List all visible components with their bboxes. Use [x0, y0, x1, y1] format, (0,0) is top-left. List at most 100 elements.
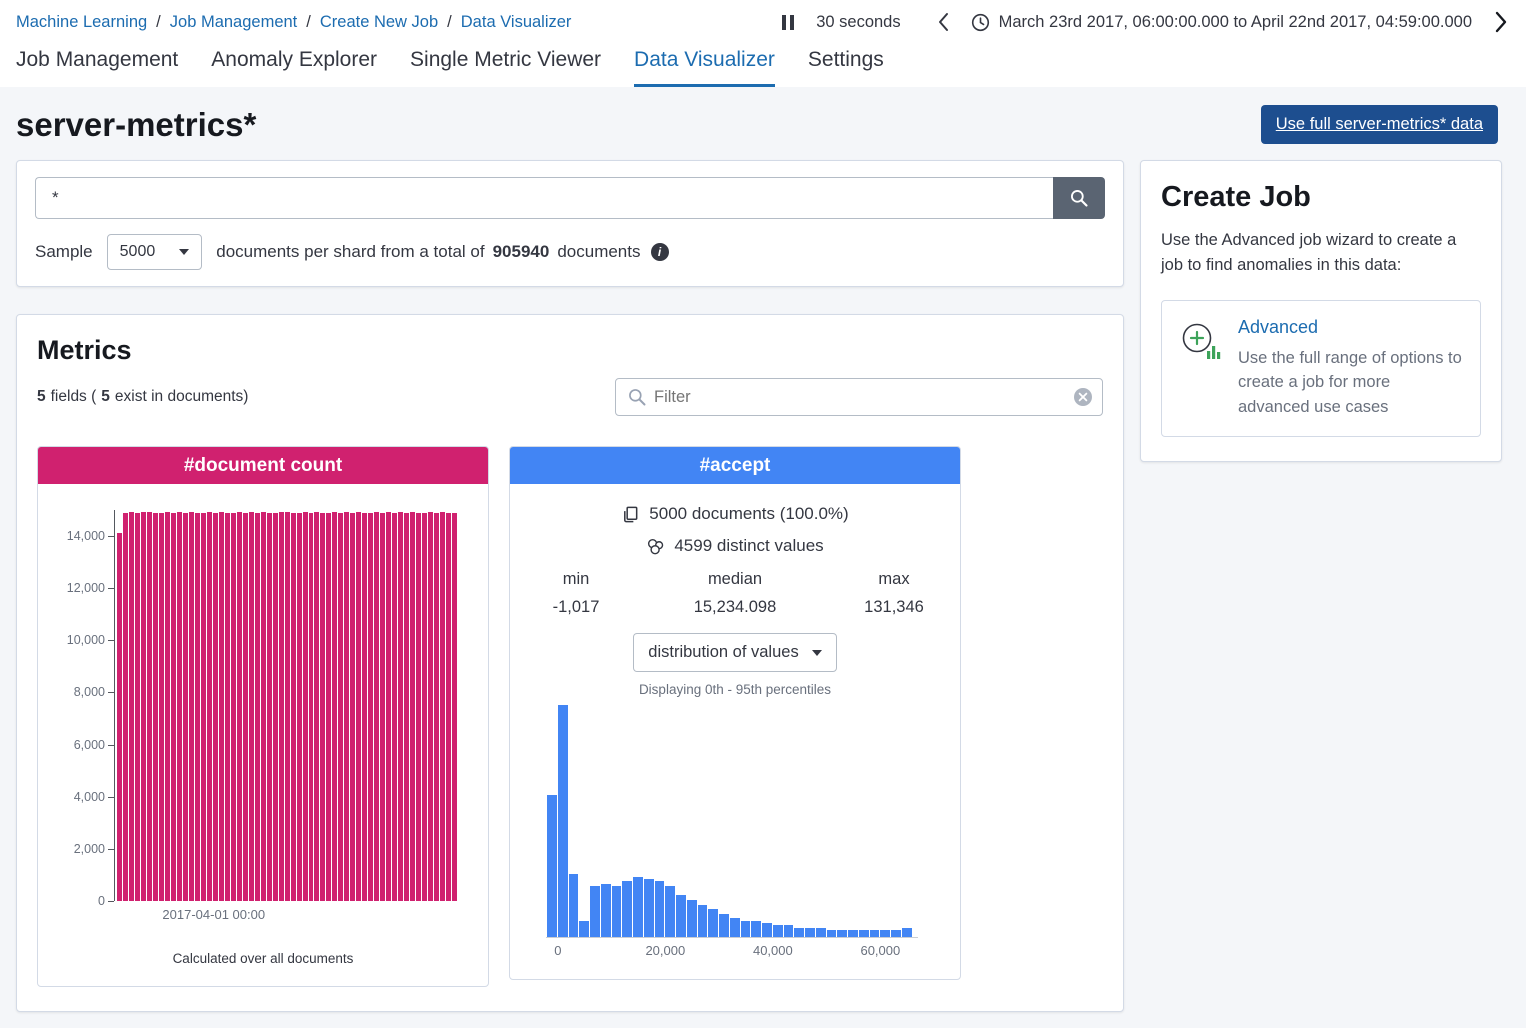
accept-histogram-bar [676, 895, 686, 937]
accept-histogram-bar [644, 879, 654, 937]
chevron-down-icon [812, 650, 822, 656]
accept-histogram-bar [708, 909, 718, 937]
search-icon [1069, 188, 1089, 208]
accept-histogram-bar [612, 886, 622, 937]
filter-input[interactable] [615, 378, 1103, 416]
fields-text: fields ( [51, 388, 97, 406]
pause-icon[interactable] [780, 13, 796, 32]
breadcrumb-separator: / [306, 13, 311, 32]
filter-field [615, 378, 1103, 416]
time-back-button[interactable] [931, 10, 955, 34]
tab-job-management[interactable]: Job Management [16, 48, 178, 87]
accept-histogram-bar [590, 886, 600, 937]
x-axis-tick-label: 60,000 [860, 943, 900, 958]
y-axis-tick-label: 0 [39, 894, 105, 908]
accept-histogram-bar [569, 874, 579, 937]
exist-count: 5 [101, 388, 110, 406]
y-axis-tick-label: 2,000 [39, 842, 105, 856]
chevron-down-icon [179, 249, 189, 255]
document-count-bar [249, 512, 254, 901]
x-axis-tick-label: 0 [554, 943, 561, 958]
accept-histogram-bar [719, 914, 729, 937]
document-count-card: #document count 02,0004,0006,0008,00010,… [37, 446, 489, 987]
document-count-bar [320, 513, 325, 901]
document-count-bar [255, 513, 260, 901]
search-panel: Sample 5000 documents per shard from a t… [16, 160, 1124, 287]
document-count-bar [434, 513, 439, 901]
document-count-bar [428, 512, 433, 901]
tab-single-metric-viewer[interactable]: Single Metric Viewer [410, 48, 601, 87]
document-count-bar [356, 512, 361, 901]
refresh-interval-label[interactable]: 30 seconds [816, 13, 900, 32]
tab-anomaly-explorer[interactable]: Anomaly Explorer [211, 48, 377, 87]
document-count-bar [446, 513, 451, 901]
document-count-bar [374, 512, 379, 901]
max-value: 131,346 [852, 598, 936, 617]
advanced-link[interactable]: Advanced [1238, 317, 1464, 338]
accept-distinct-line: 4599 distinct values [510, 536, 960, 556]
document-count-bar [243, 513, 248, 901]
document-count-bar [141, 512, 146, 901]
time-controls: 30 seconds March 23rd 2017, 06:00:00.000… [780, 9, 1514, 35]
field-count: 5 [37, 388, 46, 406]
document-count-bar [285, 512, 290, 901]
document-count-bar [416, 513, 421, 901]
y-axis-tick-label: 6,000 [39, 738, 105, 752]
create-job-title: Create Job [1161, 181, 1481, 214]
create-job-description: Use the Advanced job wizard to create a … [1161, 228, 1481, 278]
breadcrumb-link-data-visualizer[interactable]: Data Visualizer [461, 13, 572, 32]
median-value: 15,234.098 [670, 598, 800, 617]
sample-size-select[interactable]: 5000 [107, 234, 203, 270]
chart-type-value: distribution of values [648, 643, 798, 662]
clear-filter-icon[interactable] [1073, 387, 1093, 412]
chart-type-select[interactable]: distribution of values [633, 633, 836, 672]
y-axis-tick-label: 12,000 [39, 581, 105, 595]
x-axis-tick-label: 20,000 [645, 943, 685, 958]
y-axis-tick-label: 4,000 [39, 790, 105, 804]
accept-documents-text: 5000 documents (100.0%) [649, 504, 848, 524]
accept-histogram-bar [794, 928, 804, 937]
info-icon[interactable]: i [651, 243, 669, 261]
total-documents-count: 905940 [493, 242, 550, 262]
document-count-x-axis: 2017-04-01 00:00 [114, 907, 458, 927]
document-count-bar [279, 512, 284, 901]
accept-histogram [546, 705, 918, 938]
tab-settings[interactable]: Settings [808, 48, 884, 87]
document-count-bar [326, 513, 331, 901]
document-count-bar [267, 513, 272, 901]
top-bar: Machine Learning / Job Management / Crea… [0, 0, 1526, 40]
accept-histogram-bar [891, 930, 901, 937]
accept-histogram-bar [837, 930, 847, 937]
search-button[interactable] [1053, 177, 1105, 219]
min-label: min [534, 570, 618, 589]
accept-histogram-bar [902, 928, 912, 937]
search-input[interactable] [35, 177, 1053, 219]
breadcrumb: Machine Learning / Job Management / Crea… [16, 13, 571, 32]
page-title: server-metrics* [16, 106, 256, 144]
document-count-bar [201, 513, 206, 901]
document-count-x-tick: 2017-04-01 00:00 [162, 907, 265, 922]
accept-median-stat: median 15,234.098 [670, 570, 800, 617]
breadcrumb-link-machine-learning[interactable]: Machine Learning [16, 13, 147, 32]
advanced-job-card[interactable]: Advanced Use the full range of options t… [1161, 300, 1481, 437]
accept-histogram-bar [687, 900, 697, 937]
time-forward-button[interactable] [1488, 9, 1514, 35]
use-full-data-button[interactable]: Use full server-metrics* data [1261, 105, 1498, 144]
tab-data-visualizer[interactable]: Data Visualizer [634, 48, 775, 87]
breadcrumb-link-create-new-job[interactable]: Create New Job [320, 13, 438, 32]
max-label: max [852, 570, 936, 589]
document-count-bar [195, 513, 200, 901]
document-count-bar [398, 512, 403, 901]
x-axis-tick-label: 40,000 [753, 943, 793, 958]
chevron-right-icon [1494, 11, 1508, 33]
documents-copy-icon [621, 505, 640, 524]
accept-histogram-bar [741, 921, 751, 937]
time-range[interactable]: March 23rd 2017, 06:00:00.000 to April 2… [971, 13, 1472, 32]
document-count-bar [171, 513, 176, 901]
breadcrumb-separator: / [156, 13, 161, 32]
document-count-chart: 02,0004,0006,0008,00010,00012,00014,000 [114, 510, 458, 901]
document-count-card-header: #document count [38, 447, 488, 484]
breadcrumb-link-job-management[interactable]: Job Management [170, 13, 298, 32]
document-count-bar [440, 512, 445, 901]
document-count-bar [297, 513, 302, 901]
